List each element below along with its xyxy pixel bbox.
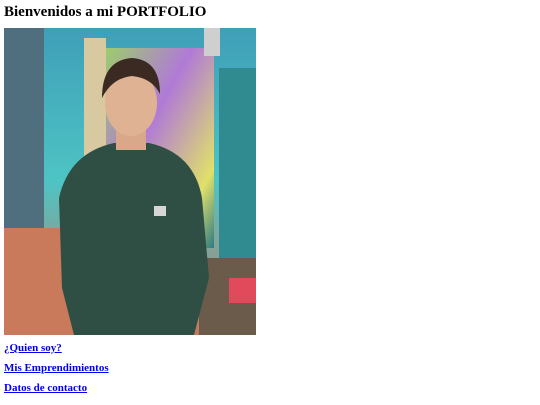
link-quien-soy[interactable]: ¿Quien soy?	[4, 341, 109, 355]
link-datos-de-contacto[interactable]: Datos de contacto	[4, 381, 109, 395]
profile-photo	[4, 28, 256, 335]
profile-photo-illustration	[4, 28, 256, 335]
link-mis-emprendimientos[interactable]: Mis Emprendimientos	[4, 361, 109, 375]
main-nav: ¿Quien soy? Mis Emprendimientos Datos de…	[4, 341, 109, 401]
page-title: Bienvenidos a mi PORTFOLIO	[4, 4, 207, 20]
